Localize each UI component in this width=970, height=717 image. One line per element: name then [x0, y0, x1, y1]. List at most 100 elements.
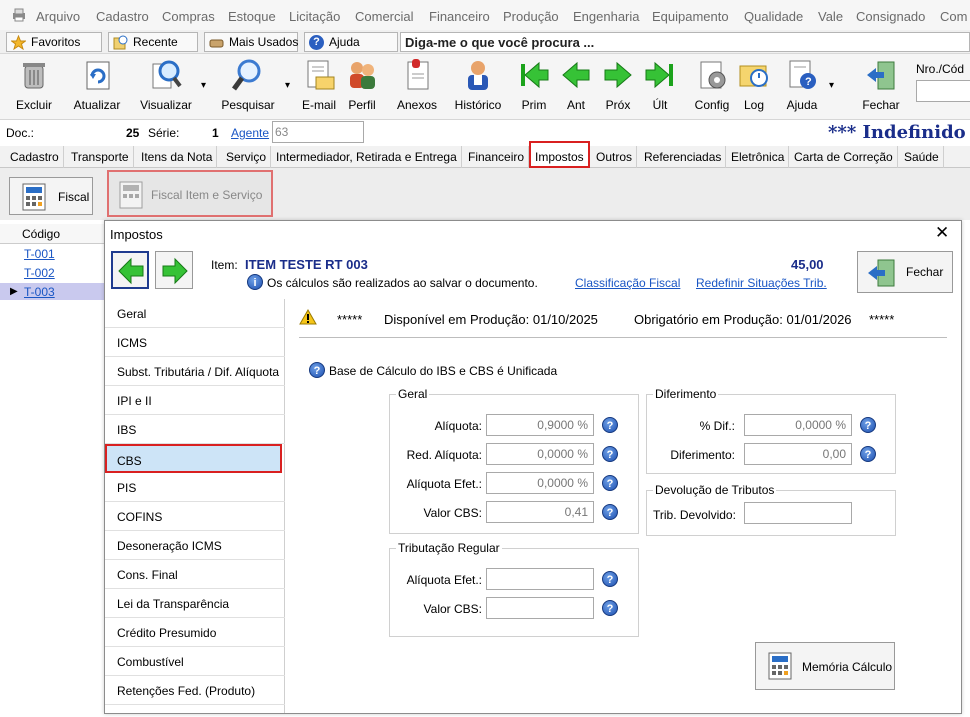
help-icon[interactable]: ? — [602, 417, 618, 433]
nav-combustivel[interactable]: Combustível — [105, 647, 285, 676]
nro-input[interactable] — [916, 80, 970, 102]
menu-vale[interactable]: Vale — [818, 9, 843, 24]
fechar-toolbar-button[interactable]: Fechar — [860, 58, 902, 112]
pesquisar-button[interactable]: Pesquisar — [220, 58, 276, 112]
prox-button[interactable]: Próx — [600, 58, 636, 112]
recente-button[interactable]: Recente — [108, 32, 198, 52]
trib-devolvido-field[interactable] — [744, 502, 852, 524]
valor-cbs-field[interactable]: 0,41 — [486, 501, 594, 523]
regular-valor-cbs-field[interactable] — [486, 597, 594, 619]
atualizar-button[interactable]: Atualizar — [72, 58, 122, 112]
tab-saude[interactable]: Saúde — [900, 146, 944, 168]
nav-icms[interactable]: ICMS — [105, 328, 285, 357]
fiscal-button[interactable]: Fiscal — [9, 177, 93, 215]
nav-desoneracao-icms[interactable]: Desoneração ICMS — [105, 531, 285, 560]
email-button[interactable]: E-mail — [298, 58, 340, 112]
close-icon[interactable]: ✕ — [935, 223, 949, 243]
menu-financeiro[interactable]: Financeiro — [429, 9, 490, 24]
tab-eletronica[interactable]: Eletrônica — [727, 146, 790, 168]
table-row[interactable]: T-002 — [24, 266, 55, 280]
menu-comercial[interactable]: Comercial — [355, 9, 414, 24]
tab-cadastro[interactable]: Cadastro — [6, 146, 64, 168]
menu-consignado[interactable]: Consignado — [856, 9, 925, 24]
log-button[interactable]: Log — [736, 58, 772, 112]
menu-compras[interactable]: Compras — [162, 9, 215, 24]
agente-input[interactable]: 63 — [272, 121, 364, 143]
help-icon[interactable]: ? — [602, 504, 618, 520]
diferimento-field[interactable]: 0,00 — [744, 443, 852, 465]
nav-cons-final[interactable]: Cons. Final — [105, 560, 285, 589]
ajuda-button[interactable]: ? Ajuda — [782, 58, 822, 112]
menu-producao[interactable]: Produção — [503, 9, 559, 24]
memoria-calculo-button[interactable]: Memória Cálculo — [755, 642, 895, 690]
nav-retencoes-fed[interactable]: Retenções Fed. (Produto) — [105, 676, 285, 705]
help-icon[interactable]: ? — [860, 446, 876, 462]
perfil-button[interactable]: Perfil — [342, 58, 382, 112]
favoritos-button[interactable]: Favoritos — [6, 32, 102, 52]
config-button[interactable]: Config — [692, 58, 732, 112]
tab-itens-da-nota[interactable]: Itens da Nota — [137, 146, 218, 168]
nav-ibs[interactable]: IBS — [105, 415, 285, 444]
tab-referenciadas[interactable]: Referenciadas — [640, 146, 727, 168]
menu-cadastro[interactable]: Cadastro — [96, 9, 149, 24]
menu-bar: Arquivo Cadastro Compras Estoque Licitaç… — [0, 0, 970, 30]
menu-arquivo[interactable]: Arquivo — [36, 9, 80, 24]
regular-aliquota-efet-field[interactable] — [486, 568, 594, 590]
nav-cofins[interactable]: COFINS — [105, 502, 285, 531]
menu-engenharia[interactable]: Engenharia — [573, 9, 640, 24]
help-icon[interactable]: ? — [860, 417, 876, 433]
ant-button[interactable]: Ant — [558, 58, 594, 112]
tab-financeiro[interactable]: Financeiro — [464, 146, 530, 168]
tab-outros[interactable]: Outros — [592, 146, 638, 168]
next-item-button[interactable] — [155, 251, 193, 289]
menu-qualidade[interactable]: Qualidade — [744, 9, 803, 24]
tab-carta-de-correcao[interactable]: Carta de Correção — [790, 146, 898, 168]
visualizar-button[interactable]: Visualizar — [138, 58, 194, 112]
ajuda-quick-button[interactable]: ? Ajuda — [304, 32, 398, 52]
tab-intermediador[interactable]: Intermediador, Retirada e Entrega — [272, 146, 462, 168]
nav-ipi-ii[interactable]: IPI e II — [105, 386, 285, 415]
nav-credito-presumido[interactable]: Crédito Presumido — [105, 618, 285, 647]
nav-lei-transparencia[interactable]: Lei da Transparência — [105, 589, 285, 618]
nav-cbs[interactable]: CBS — [105, 444, 282, 473]
help-icon[interactable]: ? — [602, 446, 618, 462]
prim-button[interactable]: Prim — [516, 58, 552, 112]
menu-com[interactable]: Com — [940, 9, 967, 24]
tab-impostos[interactable]: Impostos — [529, 141, 590, 168]
mais-usados-button[interactable]: Mais Usados — [204, 32, 298, 52]
nav-pis[interactable]: PIS — [105, 473, 285, 502]
ajuda-dropdown-icon[interactable]: ▾ — [829, 80, 834, 91]
classificacao-fiscal-link[interactable]: Classificação Fiscal — [575, 276, 680, 290]
prev-item-button[interactable] — [111, 251, 149, 289]
help-icon[interactable]: ? — [602, 600, 618, 616]
visualizar-dropdown-icon[interactable]: ▾ — [201, 80, 206, 91]
help-icon[interactable]: ? — [602, 571, 618, 587]
excluir-button[interactable]: Excluir — [14, 58, 54, 112]
fiscal-item-servico-button[interactable]: Fiscal Item e Serviço — [107, 170, 273, 217]
help-icon[interactable]: ? — [602, 475, 618, 491]
menu-equipamento[interactable]: Equipamento — [652, 9, 729, 24]
pct-dif-field[interactable]: 0,0000 % — [744, 414, 852, 436]
printer-icon[interactable] — [11, 8, 27, 22]
aliquota-efet-field[interactable]: 0,0000 % — [486, 472, 594, 494]
agente-link[interactable]: Agente — [231, 126, 269, 140]
nav-subst-tributaria[interactable]: Subst. Tributária / Dif. Alíquota — [105, 357, 285, 386]
table-row-selected[interactable]: ▶ T-003 — [0, 283, 106, 300]
help-icon[interactable]: ? — [309, 362, 325, 378]
anexos-button[interactable]: Anexos — [395, 58, 439, 112]
historico-button[interactable]: Histórico — [453, 58, 503, 112]
aliquota-field[interactable]: 0,9000 % — [486, 414, 594, 436]
menu-licitacao[interactable]: Licitação — [289, 9, 340, 24]
prox-label: Próx — [605, 98, 631, 112]
tab-transporte[interactable]: Transporte — [67, 146, 134, 168]
table-row[interactable]: T-001 — [24, 247, 55, 261]
red-aliquota-field[interactable]: 0,0000 % — [486, 443, 594, 465]
fechar-dialog-button[interactable]: Fechar — [857, 251, 953, 293]
pesquisar-dropdown-icon[interactable]: ▾ — [285, 80, 290, 91]
tab-servico[interactable]: Serviço — [222, 146, 272, 168]
ult-button[interactable]: Últ — [642, 58, 678, 112]
search-input[interactable]: Diga-me o que você procura ... — [400, 32, 970, 52]
menu-estoque[interactable]: Estoque — [228, 9, 276, 24]
nav-geral[interactable]: Geral — [105, 299, 285, 328]
redefinir-situacoes-link[interactable]: Redefinir Situações Trib. — [696, 276, 827, 290]
